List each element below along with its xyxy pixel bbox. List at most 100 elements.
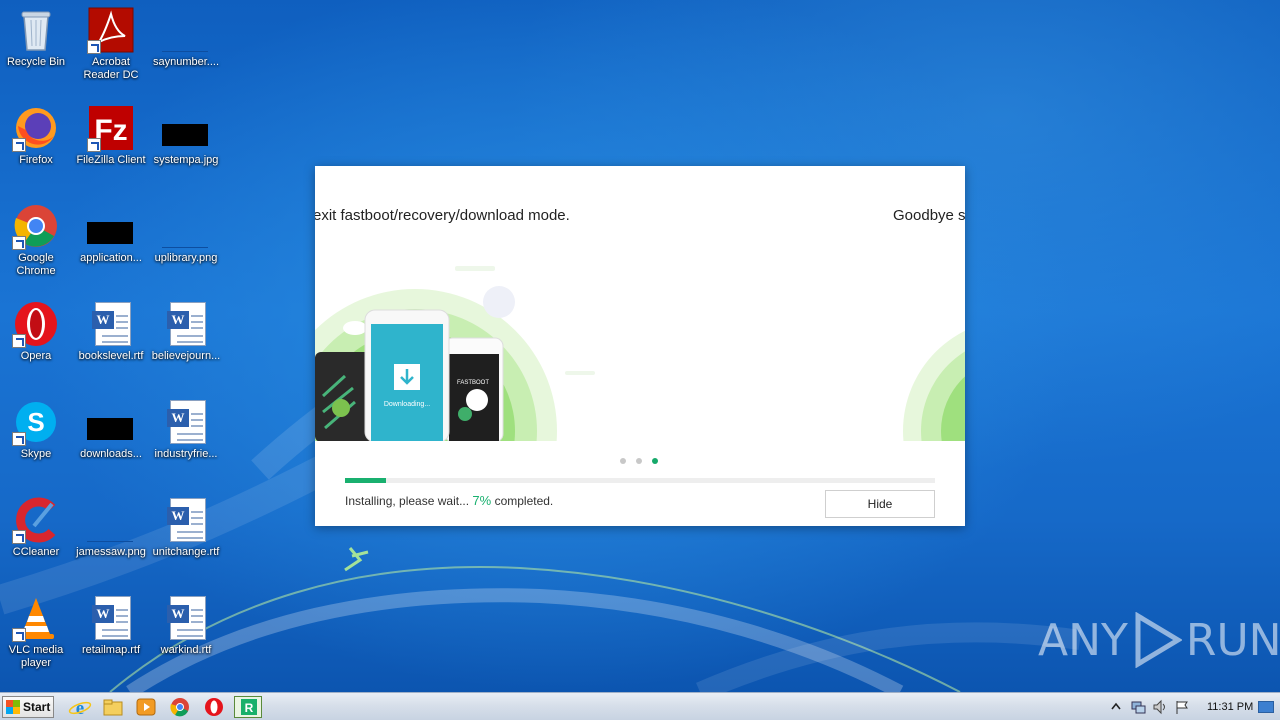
desktop-icon-believejourn[interactable]: W believejourn...	[148, 300, 224, 363]
taskbar-media-player[interactable]	[134, 696, 158, 718]
slide-illustration: FASTBOOT Downloading...	[315, 266, 965, 441]
taskbar-internet-explorer[interactable]: e	[68, 696, 92, 719]
opera-icon	[12, 300, 60, 348]
taskbar-installer-app[interactable]: R	[234, 696, 262, 718]
shortcut-arrow-icon	[12, 628, 26, 642]
carousel-dot[interactable]	[620, 458, 626, 464]
desktop-icon-label: systempa.jpg	[153, 154, 219, 166]
desktop-icon-application[interactable]: application...	[73, 202, 149, 265]
vlc-icon	[12, 594, 60, 642]
desktop-icon-label: bookslevel.rtf	[78, 350, 144, 362]
taskbar-opera[interactable]	[202, 696, 226, 718]
blue-thumbnail	[87, 524, 133, 542]
desktop-icon-opera[interactable]: Opera	[0, 300, 74, 363]
desktop-icon-label: Opera	[20, 350, 52, 362]
word-document-icon: W	[162, 300, 210, 348]
blue-thumbnail	[162, 230, 208, 248]
desktop-icon-jamessaw[interactable]: jamessaw.png	[73, 496, 149, 559]
image-thumbnail-icon	[87, 202, 135, 250]
shortcut-arrow-icon	[12, 138, 26, 152]
phone-screen-text: Downloading...	[384, 401, 430, 408]
recycle-bin-icon	[12, 6, 60, 54]
show-desktop-icon[interactable]	[1258, 701, 1274, 713]
start-button[interactable]: Start	[2, 696, 54, 718]
desktop-icon-unitchange[interactable]: W unitchange.rtf	[148, 496, 224, 559]
carousel-dots	[620, 451, 668, 469]
desktop-icon-label: CCleaner	[12, 546, 60, 558]
opera-icon	[205, 698, 223, 716]
play-logo-icon	[1135, 612, 1182, 668]
desktop-icon-label: warkind.rtf	[160, 644, 212, 656]
desktop-icon-label: Google Chrome	[16, 252, 56, 277]
desktop-icon-label: unitchange.rtf	[152, 546, 220, 558]
shortcut-arrow-icon	[87, 40, 101, 54]
desktop-icon-google-chrome[interactable]: Google Chrome	[0, 202, 74, 278]
svg-text:e: e	[76, 698, 84, 718]
volume-icon[interactable]	[1152, 699, 1168, 715]
svg-text:S: S	[27, 407, 44, 437]
network-icon[interactable]	[1130, 699, 1146, 715]
file-explorer-icon	[103, 699, 123, 716]
desktop-icon-label: FileZilla Client	[76, 154, 146, 166]
system-tray: 11:31 PM	[1104, 693, 1280, 720]
word-document-icon: W	[162, 496, 210, 544]
action-center-flag-icon[interactable]	[1174, 699, 1190, 715]
desktop-icon-label: Acrobat Reader DC	[83, 56, 139, 81]
hide-button[interactable]: Hide	[825, 490, 935, 518]
desktop-icon-systempa[interactable]: systempa.jpg	[148, 104, 224, 167]
installer-app-icon: R	[241, 699, 257, 715]
show-hidden-icons-chevron-icon[interactable]	[1108, 699, 1124, 715]
desktop-icon-label: industryfrie...	[154, 448, 218, 460]
shortcut-arrow-icon	[12, 334, 26, 348]
desktop-icon-warkind[interactable]: W warkind.rtf	[148, 594, 224, 657]
desktop-icon-recycle-bin[interactable]: Recycle Bin	[0, 6, 74, 69]
status-suffix: completed.	[494, 494, 554, 508]
ccleaner-icon	[12, 496, 60, 544]
desktop-icon-downloads[interactable]: downloads...	[73, 398, 149, 461]
blue-thumbnail	[162, 34, 208, 52]
desktop-icon-uplibrary[interactable]: uplibrary.png	[148, 202, 224, 265]
desktop-icon-label: VLC media player	[8, 644, 64, 669]
desktop-icon-label: Skype	[20, 448, 52, 460]
desktop-icon-saynumber[interactable]: saynumber....	[148, 6, 224, 69]
progress-bar	[345, 478, 935, 483]
desktop-icon-filezilla[interactable]: Fz FileZilla Client	[73, 104, 149, 167]
desktop-icon-acrobat[interactable]: Acrobat Reader DC	[73, 6, 149, 82]
media-player-icon	[136, 698, 156, 716]
desktop-icon-label: Firefox	[19, 154, 53, 166]
installer-window: exit fastboot/recovery/download mode. Go…	[315, 166, 965, 526]
shortcut-arrow-icon	[12, 530, 26, 544]
watermark-left-text: ANY	[1038, 614, 1128, 666]
black-thumbnail	[87, 222, 133, 244]
desktop-icon-label: downloads...	[80, 448, 142, 460]
shortcut-arrow-icon	[12, 236, 26, 250]
image-thumbnail-icon	[162, 6, 210, 54]
firefox-icon	[12, 104, 60, 152]
desktop-icon-industryfrie[interactable]: W industryfrie...	[148, 398, 224, 461]
desktop-icon-bookslevel[interactable]: W bookslevel.rtf	[73, 300, 149, 363]
desktop-icon-label: believejourn...	[151, 350, 221, 362]
acrobat-reader-icon	[87, 6, 135, 54]
carousel-dot[interactable]	[636, 458, 642, 464]
word-document-icon: W	[87, 300, 135, 348]
word-document-icon: W	[162, 594, 210, 642]
desktop-icon-firefox[interactable]: Firefox	[0, 104, 74, 167]
desktop-icon-label: jamessaw.png	[76, 546, 146, 558]
svg-text:R: R	[245, 701, 254, 715]
desktop-icon-retailmap[interactable]: W retailmap.rtf	[73, 594, 149, 657]
desktop-icon-ccleaner[interactable]: CCleaner	[0, 496, 74, 559]
carousel-dot[interactable]	[652, 458, 658, 464]
status-percent: 7%	[472, 493, 492, 508]
desktop-icon-skype[interactable]: S Skype	[0, 398, 74, 461]
taskbar: Start e R 11:31 PM	[0, 692, 1280, 720]
taskbar-file-explorer[interactable]	[101, 696, 125, 718]
clock[interactable]: 11:31 PM	[1207, 701, 1253, 713]
desktop-icon-vlc[interactable]: VLC media player	[0, 594, 74, 670]
anyrun-watermark: ANY RUN	[1038, 612, 1280, 668]
black-thumbnail	[162, 124, 208, 146]
filezilla-icon: Fz	[87, 104, 135, 152]
shortcut-arrow-icon	[87, 138, 101, 152]
chrome-icon	[170, 698, 189, 717]
skype-icon: S	[12, 398, 60, 446]
taskbar-chrome[interactable]	[168, 696, 192, 718]
